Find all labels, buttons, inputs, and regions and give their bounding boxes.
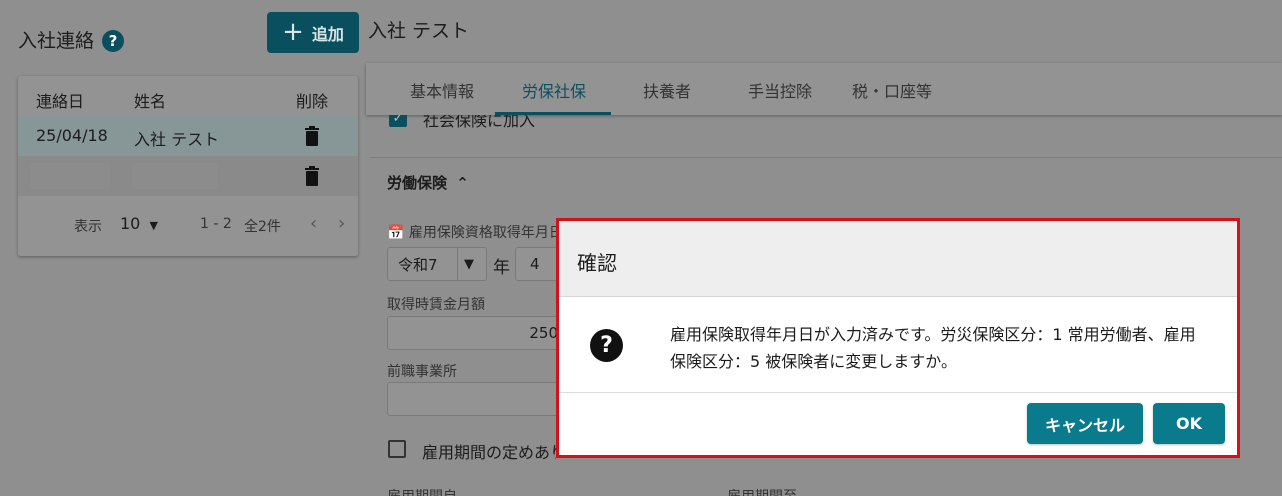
employment-date-label: 📅 雇用保険資格取得年月日	[387, 222, 563, 242]
redacted-name	[132, 163, 218, 189]
ok-button[interactable]: OK	[1153, 403, 1225, 444]
fixed-term-checkbox[interactable]	[388, 440, 406, 458]
prev-office-input[interactable]	[387, 382, 561, 416]
per-page-label: 表示	[74, 219, 102, 235]
tab-allowances[interactable]: 手当控除	[748, 78, 812, 102]
tab-bar	[366, 63, 1282, 115]
column-header-date[interactable]: 連絡日	[36, 88, 84, 112]
divider	[370, 157, 1282, 158]
dialog-footer-divider	[559, 392, 1237, 393]
period-from-label: 雇用期間自	[387, 486, 457, 496]
help-icon[interactable]: ?	[102, 30, 124, 52]
plus-icon: +	[282, 16, 304, 47]
tab-tax-account[interactable]: 税・口座等	[852, 78, 932, 102]
dialog-header	[559, 221, 1237, 297]
month-value: 4	[530, 255, 540, 273]
add-button[interactable]: + 追加	[267, 12, 359, 53]
tab-dependents[interactable]: 扶養者	[643, 78, 691, 102]
calendar-icon: 📅	[387, 225, 405, 241]
labor-insurance-title-text: 労働保険	[387, 174, 448, 192]
redacted-date	[30, 163, 110, 189]
period-to-label: 雇用期間至	[727, 486, 797, 496]
dialog-message: 雇用保険取得年月日が入力済みです。労災保険区分：1 常用労働者、雇用保険区分：5…	[670, 325, 1196, 371]
trash-icon[interactable]	[304, 126, 320, 146]
per-page-value: 10	[120, 214, 141, 233]
era-select[interactable]: 令和7 ▼	[387, 247, 487, 281]
tab-labor-social-insurance[interactable]: 労保社保	[522, 78, 586, 102]
wage-value: 250	[529, 324, 558, 342]
cancel-button[interactable]: キャンセル	[1027, 403, 1143, 444]
per-page-select[interactable]: 10 ▼	[120, 214, 158, 233]
dialog-title: 確認	[577, 251, 617, 275]
pager-range: 1 - 2	[200, 216, 232, 232]
social-insurance-row: ✓ 社会保険に加入	[387, 115, 1282, 131]
month-input[interactable]: 4	[515, 247, 559, 281]
social-insurance-label: 社会保険に加入	[423, 115, 536, 130]
column-header-name[interactable]: 姓名	[134, 88, 166, 112]
trash-icon[interactable]	[304, 166, 320, 186]
chevron-down-icon: ▼	[149, 219, 158, 232]
wage-input[interactable]: 250	[387, 316, 561, 350]
period-to-row: 雇用期間至	[727, 486, 927, 496]
row-name: 入社 テスト	[134, 130, 220, 149]
wage-label: 取得時賃金月額	[387, 297, 485, 313]
social-insurance-checkbox[interactable]: ✓	[389, 115, 407, 127]
select-divider	[457, 247, 458, 281]
employment-date-label-text: 雇用保険資格取得年月日	[408, 225, 563, 241]
era-value: 令和7	[398, 255, 438, 274]
add-button-label: 追加	[311, 24, 344, 44]
chevron-up-icon: ⌃	[456, 174, 469, 192]
prev-page-icon[interactable]: ‹	[310, 213, 317, 234]
tab-basic-info[interactable]: 基本情報	[410, 78, 474, 102]
year-unit: 年	[493, 258, 510, 278]
question-icon: ?	[590, 329, 623, 362]
chevron-down-icon: ▼	[464, 256, 474, 272]
next-page-icon[interactable]: ›	[338, 213, 345, 234]
confirm-dialog: 確認 ? 雇用保険取得年月日が入力済みです。労災保険区分：1 常用労働者、雇用保…	[556, 218, 1240, 458]
pager-total: 全2件	[244, 219, 281, 235]
row-date: 25/04/18	[36, 126, 108, 145]
column-header-delete: 削除	[296, 92, 329, 111]
prev-office-label: 前職事業所	[387, 364, 457, 380]
labor-insurance-section-title[interactable]: 労働保険 ⌃	[387, 172, 469, 193]
employee-name: 入社 テスト	[368, 20, 470, 42]
page-title: 入社連絡	[18, 30, 95, 52]
fixed-term-label: 雇用期間の定めあり	[422, 443, 556, 462]
period-from-row: 雇用期間自	[387, 486, 587, 496]
